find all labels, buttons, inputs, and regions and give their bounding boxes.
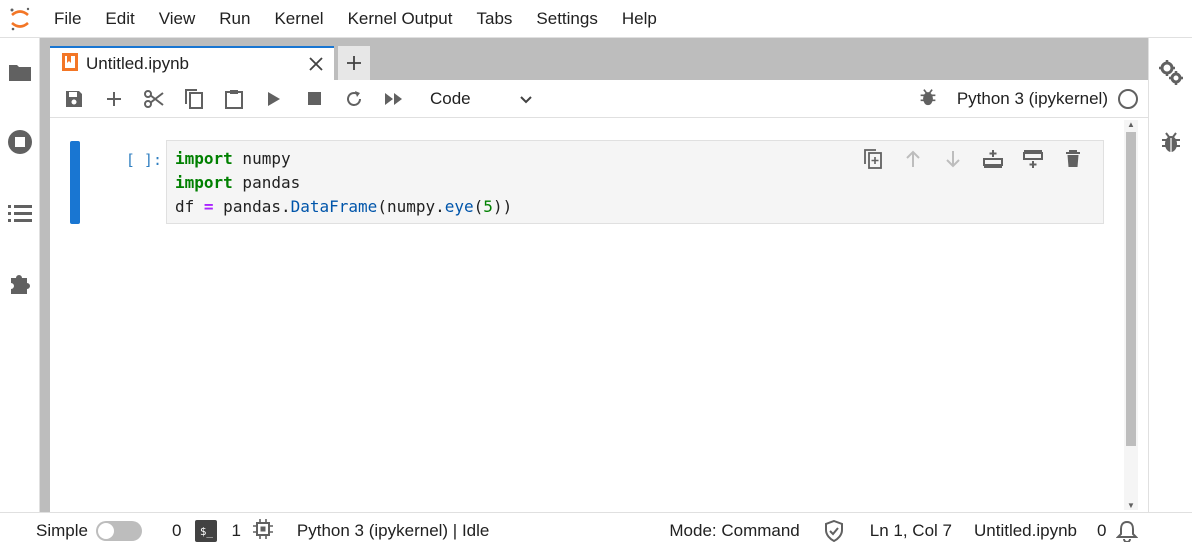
code-text: df [175, 197, 204, 216]
terminals-indicator[interactable]: 0 $_ [171, 513, 218, 549]
simple-mode-toggle[interactable] [95, 521, 142, 541]
code-text: pandas. [213, 197, 291, 216]
code-text: numpy [232, 149, 291, 168]
menu-kernel[interactable]: Kernel [262, 0, 335, 38]
paste-clipboard-icon[interactable] [214, 84, 254, 114]
notebook-toolbar: Code Python 3 (ipykernel) [50, 80, 1148, 118]
new-launcher-plus-icon[interactable] [338, 46, 370, 80]
restart-run-all-fast-forward-icon[interactable] [374, 84, 414, 114]
debugger-bug-icon[interactable] [919, 87, 937, 112]
code-function: DataFrame [290, 197, 378, 216]
save-icon[interactable] [54, 84, 94, 114]
left-sidebar [0, 38, 40, 512]
run-play-icon[interactable] [254, 84, 294, 114]
code-text: ( [473, 197, 484, 216]
menu-help[interactable]: Help [610, 0, 669, 38]
status-filename: Untitled.ipynb [974, 521, 1078, 540]
code-text: (numpy. [377, 197, 445, 216]
code-keyword: import [175, 173, 233, 192]
vertical-scrollbar[interactable]: ▲ ▼ [1124, 120, 1138, 510]
notebook-icon [62, 52, 78, 76]
tab-untitled-notebook[interactable]: Untitled.ipynb [50, 46, 334, 80]
menu-settings[interactable]: Settings [524, 0, 609, 38]
kernels-indicator[interactable]: 1 [231, 513, 273, 549]
running-sessions-icon[interactable] [0, 122, 40, 162]
right-sidebar [1148, 38, 1192, 512]
code-text: pandas [232, 173, 301, 192]
scroll-thumb[interactable] [1126, 132, 1136, 446]
toggle-knob [97, 523, 114, 539]
insert-cell-plus-icon[interactable] [94, 84, 134, 114]
kernel-idle-status-icon [1118, 89, 1138, 109]
menu-kernel-output[interactable]: Kernel Output [336, 0, 465, 38]
menu-file[interactable]: File [40, 0, 93, 38]
kernels-count: 1 [231, 521, 241, 540]
table-of-contents-icon[interactable] [0, 193, 40, 233]
insert-cell-below-icon[interactable] [1013, 147, 1053, 171]
trusted-shield-icon [824, 513, 844, 549]
move-down-arrow-icon[interactable] [933, 147, 973, 171]
tab-label: Untitled.ipynb [86, 54, 190, 73]
menu-view[interactable]: View [147, 0, 208, 38]
simple-mode-label: Simple [36, 521, 88, 540]
folder-icon[interactable] [0, 52, 40, 92]
mode-indicator: Mode: Command [669, 521, 800, 540]
copy-icon[interactable] [174, 84, 214, 114]
cell-type-value: Code [430, 88, 471, 108]
debugger-bug-icon[interactable] [1149, 122, 1192, 162]
jupyter-logo-icon [0, 0, 40, 38]
kernel-chip-icon [252, 518, 273, 544]
property-inspector-gears-icon[interactable] [1149, 52, 1192, 92]
cell-type-dropdown[interactable]: Code [424, 84, 536, 114]
move-up-arrow-icon[interactable] [893, 147, 933, 171]
terminal-icon: $_ [195, 520, 218, 542]
cell-toolbar [853, 147, 1093, 171]
kernel-status-text[interactable]: Python 3 (ipykernel) | Idle [297, 513, 489, 549]
menu-bar: File Edit View Run Kernel Kernel Output … [0, 0, 1192, 38]
cut-scissors-icon[interactable] [134, 84, 174, 114]
code-line-2: import pandas [175, 171, 1103, 195]
active-cell-indicator[interactable] [70, 141, 80, 224]
menu-run[interactable]: Run [207, 0, 262, 38]
code-number: 5 [483, 197, 493, 216]
menu-tabs[interactable]: Tabs [464, 0, 524, 38]
code-line-3: df = pandas.DataFrame(numpy.eye(5)) [175, 195, 1103, 219]
main-area: Untitled.ipynb Code Python 3 (ipykernel)… [40, 38, 1148, 512]
simple-mode-toggle-group: Simple [36, 513, 142, 549]
terminals-count: 0 [171, 521, 182, 540]
menu-edit[interactable]: Edit [93, 0, 146, 38]
scroll-up-arrow-icon[interactable]: ▲ [1127, 120, 1135, 129]
extension-puzzle-icon[interactable] [0, 264, 40, 304]
delete-trash-icon[interactable] [1053, 147, 1093, 171]
interrupt-stop-icon[interactable] [294, 84, 334, 114]
cell-prompt: [ ]: [125, 151, 162, 169]
status-bar: Simple 0 $_ 1 Python 3 (ipykernel) | Idl… [0, 512, 1192, 549]
cursor-position[interactable]: Ln 1, Col 7 [870, 513, 952, 549]
kernel-name-button[interactable]: Python 3 (ipykernel) [957, 89, 1108, 109]
restart-kernel-icon[interactable] [334, 84, 374, 114]
scroll-down-arrow-icon[interactable]: ▼ [1127, 501, 1135, 510]
code-text: )) [492, 197, 513, 216]
chevron-down-icon [520, 89, 532, 109]
code-operator: = [203, 197, 214, 216]
code-cell-editor[interactable]: import numpy import pandas df = pandas.D… [166, 140, 1104, 224]
insert-cell-above-icon[interactable] [973, 147, 1013, 171]
notebook-panel: Code Python 3 (ipykernel) [ ]: import nu… [50, 80, 1148, 512]
kernel-area: Python 3 (ipykernel) [919, 84, 1138, 114]
close-icon[interactable] [306, 54, 326, 74]
bell-icon[interactable] [1116, 513, 1139, 549]
duplicate-cell-icon[interactable] [853, 147, 893, 171]
notifications-count: 0 [1097, 521, 1107, 540]
code-function: eye [444, 197, 474, 216]
tab-bar: Untitled.ipynb [50, 46, 370, 80]
code-keyword: import [175, 149, 233, 168]
notebook-content: [ ]: import numpy import pandas df = pan… [50, 118, 1148, 512]
